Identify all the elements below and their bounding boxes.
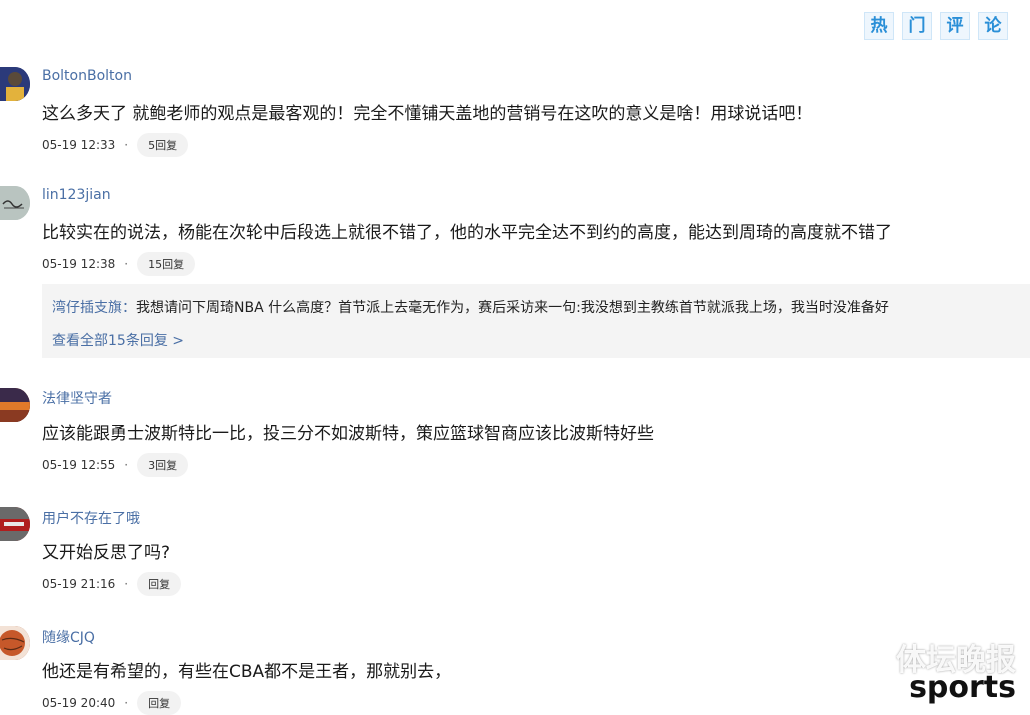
username[interactable]: lin123jian xyxy=(42,187,111,203)
username[interactable]: 法律坚守者 xyxy=(42,388,112,408)
user-avatar[interactable] xyxy=(0,388,30,422)
user-avatar[interactable] xyxy=(0,626,30,660)
comment-meta: 05-19 12:33 · 5回复 xyxy=(42,133,189,157)
reply-button[interactable]: 5回复 xyxy=(137,133,189,157)
reply-text: 我想请问下周琦NBA 什么高度？首节派上去毫无作为，赛后采访来一句:我没想到主教… xyxy=(136,300,889,316)
user-avatar[interactable] xyxy=(0,67,30,101)
header-char: 论 xyxy=(978,12,1008,40)
comment-text: 又开始反思了吗? xyxy=(42,543,171,563)
username[interactable]: BoltonBolton xyxy=(42,68,132,84)
separator-dot: · xyxy=(124,696,129,710)
avatar-image xyxy=(0,626,30,660)
comment-meta: 05-19 12:38 · 15回复 xyxy=(42,252,196,276)
user-avatar[interactable] xyxy=(0,507,30,541)
reply-button[interactable]: 回复 xyxy=(137,691,182,715)
comment-text: 他还是有希望的，有些在CBA都不是王者，那就别去， xyxy=(42,662,452,682)
reply-preview: 湾仔插支旗：我想请问下周琦NBA 什么高度？首节派上去毫无作为，赛后采访来一句:… xyxy=(42,284,1030,358)
comment-meta: 05-19 12:55 · 3回复 xyxy=(42,453,189,477)
reply-button[interactable]: 15回复 xyxy=(137,252,196,276)
timestamp: 05-19 12:38 xyxy=(42,257,116,271)
timestamp: 05-19 20:40 xyxy=(42,696,116,710)
watermark-logo-text: sports xyxy=(909,670,1016,705)
user-avatar[interactable] xyxy=(0,186,30,220)
watermark-top-text: 体坛晚报 xyxy=(896,643,1016,678)
separator-dot: · xyxy=(124,458,129,472)
separator-dot: · xyxy=(124,257,129,271)
avatar-image xyxy=(0,388,30,422)
reply-button[interactable]: 3回复 xyxy=(137,453,189,477)
header-char: 评 xyxy=(940,12,970,40)
reply-line: 湾仔插支旗：我想请问下周琦NBA 什么高度？首节派上去毫无作为，赛后采访来一句:… xyxy=(52,297,889,317)
timestamp: 05-19 21:16 xyxy=(42,577,116,591)
hot-comments-header: 热 门 评 论 xyxy=(864,12,1008,40)
timestamp: 05-19 12:33 xyxy=(42,138,116,152)
reply-button[interactable]: 回复 xyxy=(137,572,182,596)
comment-meta: 05-19 20:40 · 回复 xyxy=(42,691,182,715)
username[interactable]: 随缘CJQ xyxy=(42,627,95,647)
view-all-replies-link[interactable]: 查看全部15条回复 > xyxy=(52,330,184,350)
avatar-image xyxy=(0,67,30,101)
avatar-image xyxy=(0,507,30,541)
separator-dot: · xyxy=(124,577,129,591)
comment-text: 比较实在的说法，杨能在次轮中后段选上就很不错了，他的水平完全达不到约的高度，能达… xyxy=(42,223,892,243)
timestamp: 05-19 12:55 xyxy=(42,458,116,472)
username[interactable]: 用户不存在了哦 xyxy=(42,508,140,528)
comment-text: 应该能跟勇士波斯特比一比，投三分不如波斯特，策应篮球智商应该比波斯特好些 xyxy=(42,424,654,444)
comment-meta: 05-19 21:16 · 回复 xyxy=(42,572,182,596)
header-char: 门 xyxy=(902,12,932,40)
comment-text: 这么多天了 就鲍老师的观点是最客观的！完全不懂铺天盖地的营销号在这吹的意义是啥！… xyxy=(42,104,813,124)
watermark: 体坛晚报 sports xyxy=(896,643,1016,705)
avatar-image xyxy=(0,186,30,220)
reply-author[interactable]: 湾仔插支旗： xyxy=(52,300,136,316)
header-char: 热 xyxy=(864,12,894,40)
separator-dot: · xyxy=(124,138,129,152)
